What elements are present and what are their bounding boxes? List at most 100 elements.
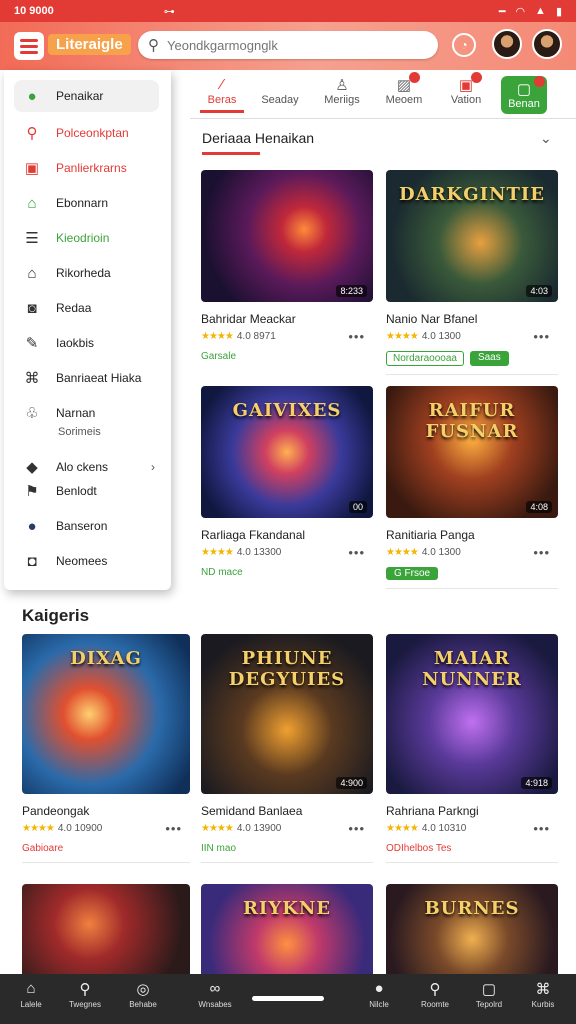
- nav-label: Kurbis: [531, 1000, 555, 1009]
- game-thumbnail: 8:233: [201, 170, 373, 302]
- status-icons: ━ ◠ ▲ ▮: [499, 5, 562, 18]
- search-input[interactable]: [167, 37, 407, 53]
- game-card[interactable]: RAIFUR FUSNAR 4:08 Ranitiaria Panga ★★★★…: [386, 386, 558, 589]
- hamburger-menu-button[interactable]: [14, 32, 44, 60]
- drawer-item-11[interactable]: ⚑ Benlodt: [4, 475, 171, 507]
- tab-2[interactable]: ♙ Meriigs: [312, 76, 372, 106]
- card-meta: 8971: [253, 331, 276, 342]
- tab-4[interactable]: ▣ Vation: [436, 72, 496, 106]
- game-card[interactable]: DIXAG Pandeongak ★★★★ 4.0 10900 ••• Gabioa…: [22, 634, 190, 863]
- duration-badge: 4:03: [526, 285, 552, 297]
- chevron-right-icon: ›: [151, 460, 155, 474]
- game-card[interactable]: GAIVIXES 00 Rarliaga Fkandanal ★★★★ 4.0 1…: [201, 386, 373, 578]
- tab-5[interactable]: ▢ Benan: [501, 76, 547, 114]
- thumbnail-title: RAIFUR FUSNAR: [425, 400, 519, 442]
- card-tag[interactable]: Gabioare: [22, 843, 63, 854]
- drawer-item-label: Alo ckens: [56, 460, 109, 474]
- app-title: Literaigle: [48, 34, 131, 55]
- card-meta: 10310: [438, 823, 467, 834]
- bag-icon: ⌂: [27, 194, 37, 212]
- card-tag[interactable]: G Frsoe: [386, 567, 439, 580]
- drawer-item-label: Benlodt: [56, 484, 97, 498]
- drawer-item-label: Redaa: [56, 301, 92, 315]
- thumbnail-title: DARKGINTIE: [399, 184, 545, 205]
- game-card[interactable]: PHIUNE DEGYUIES 4:900 Semidand Banlaea ★…: [201, 634, 373, 863]
- card-title: Nanio Nar Bfanel: [386, 312, 478, 326]
- card-meta: 1300: [438, 547, 461, 558]
- card-tag[interactable]: ODIhelbos Tes: [386, 843, 451, 854]
- drawer-item-8[interactable]: ⌘ Banriaeat Hiaka: [4, 362, 171, 394]
- search-icon: ⚲: [26, 125, 38, 142]
- image-icon: ▨: [374, 72, 434, 94]
- drawer-item-4[interactable]: ☰ Kieodrioin: [4, 222, 171, 254]
- slash-icon: ⁄: [220, 76, 224, 93]
- drawer-item-7[interactable]: ✎ Iaokbis: [4, 327, 171, 359]
- card-tag[interactable]: Garsale: [201, 351, 236, 362]
- card-tag[interactable]: ND mace: [201, 567, 243, 578]
- game-card[interactable]: RIYKNE: [201, 884, 373, 984]
- drawer-item-6[interactable]: ◙ Redaa: [4, 292, 171, 324]
- avatar[interactable]: [492, 29, 522, 59]
- game-card[interactable]: [22, 884, 190, 984]
- drawer-item-label: Narnan: [56, 406, 96, 420]
- drawer-item-sublabel: Sorimeis: [58, 426, 101, 438]
- tab-divider: [190, 118, 576, 119]
- drawer-item-3[interactable]: ⌂ Ebonnarn: [4, 187, 171, 219]
- home-indicator[interactable]: [252, 996, 324, 1001]
- nav-item-5[interactable]: ⚲ Roomte: [410, 980, 460, 1009]
- game-card[interactable]: 8:233 Bahridar Meackar ★★★★ 4.0 8971 ••• G…: [201, 170, 373, 362]
- drawer-item-12[interactable]: ● Banseron: [4, 510, 171, 542]
- more-options-icon[interactable]: •••: [533, 821, 550, 836]
- drawer-item-2[interactable]: ▣ Panlierkrarns: [4, 152, 171, 184]
- more-options-icon[interactable]: •••: [348, 329, 365, 344]
- signal-icon: ▲: [535, 4, 546, 17]
- nav-item-0[interactable]: ⌂ Lalele: [6, 980, 56, 1009]
- nav-item-4[interactable]: ● Nilcle: [354, 980, 404, 1009]
- tag-icon: ◆: [26, 459, 38, 476]
- profile-avatar[interactable]: [532, 29, 562, 59]
- card-title: Semidand Banlaea: [201, 804, 303, 818]
- edit-icon: ✎: [25, 335, 39, 352]
- more-options-icon[interactable]: •••: [533, 329, 550, 344]
- search-bar[interactable]: ⚲: [138, 31, 438, 59]
- nav-item-3[interactable]: ∞ Wnsabes: [190, 980, 240, 1009]
- rating-stars: ★★★★: [386, 331, 419, 342]
- drawer-item-13[interactable]: ◘ Neomees: [4, 545, 171, 577]
- rating-stars: ★★★★: [22, 823, 55, 834]
- drawer-item-5[interactable]: ⌂ Rikorheda: [4, 257, 171, 289]
- card-tag[interactable]: Saas: [469, 351, 509, 366]
- reward-icon[interactable]: ◔: [452, 33, 476, 57]
- drawer-item-label: Banseron: [56, 519, 108, 533]
- more-options-icon[interactable]: •••: [348, 545, 365, 560]
- nav-label: Nilcle: [369, 1000, 389, 1009]
- game-card[interactable]: BURNES: [386, 884, 558, 984]
- game-card[interactable]: MAIAR NUNNER 4:918 Rahriana Parkngi ★★★★…: [386, 634, 558, 863]
- nav-item-2[interactable]: ◎ Behabe: [118, 980, 168, 1009]
- more-options-icon[interactable]: •••: [348, 821, 365, 836]
- nav-item-1[interactable]: ⚲ Twegnes: [60, 980, 110, 1009]
- drawer-item-label: Banriaeat Hiaka: [56, 371, 142, 385]
- more-options-icon[interactable]: •••: [165, 821, 182, 836]
- card-tag[interactable]: Nordaraoooaa: [386, 351, 464, 366]
- game-thumbnail: DARKGINTIE 4:03: [386, 170, 558, 302]
- drawer-item-1[interactable]: ⚲ Polceonkptan: [4, 117, 171, 149]
- drawer-item-0[interactable]: ● Penaikar: [14, 80, 159, 112]
- rating-value: 4.0: [236, 547, 251, 558]
- more-options-icon[interactable]: •••: [533, 545, 550, 560]
- nav-item-7[interactable]: ⌘ Kurbis: [518, 980, 568, 1009]
- tab-1[interactable]: Seaday: [250, 76, 310, 106]
- game-thumbnail: [22, 884, 190, 984]
- game-card[interactable]: DARKGINTIE 4:03 Nanio Nar Bfanel ★★★★ 4.0…: [386, 170, 558, 375]
- card-tag[interactable]: IIN mao: [201, 843, 236, 854]
- chevron-down-icon[interactable]: ⌄: [540, 130, 552, 147]
- nav-item-6[interactable]: ▢ Tepolrd: [464, 980, 514, 1009]
- duration-badge: 00: [348, 501, 367, 513]
- calendar-icon: ▣: [24, 160, 40, 177]
- tab-0[interactable]: ⁄ Beras: [192, 76, 252, 113]
- user-avatar-icon: ●: [27, 517, 37, 535]
- tab-3[interactable]: ▨ Meoem: [374, 72, 434, 106]
- flag-icon: ⚑: [25, 483, 39, 500]
- nav-label: Behabe: [129, 1000, 157, 1009]
- drawer-item-9[interactable]: ♧ Narnan: [4, 397, 171, 429]
- search-icon: ⚲: [429, 981, 441, 998]
